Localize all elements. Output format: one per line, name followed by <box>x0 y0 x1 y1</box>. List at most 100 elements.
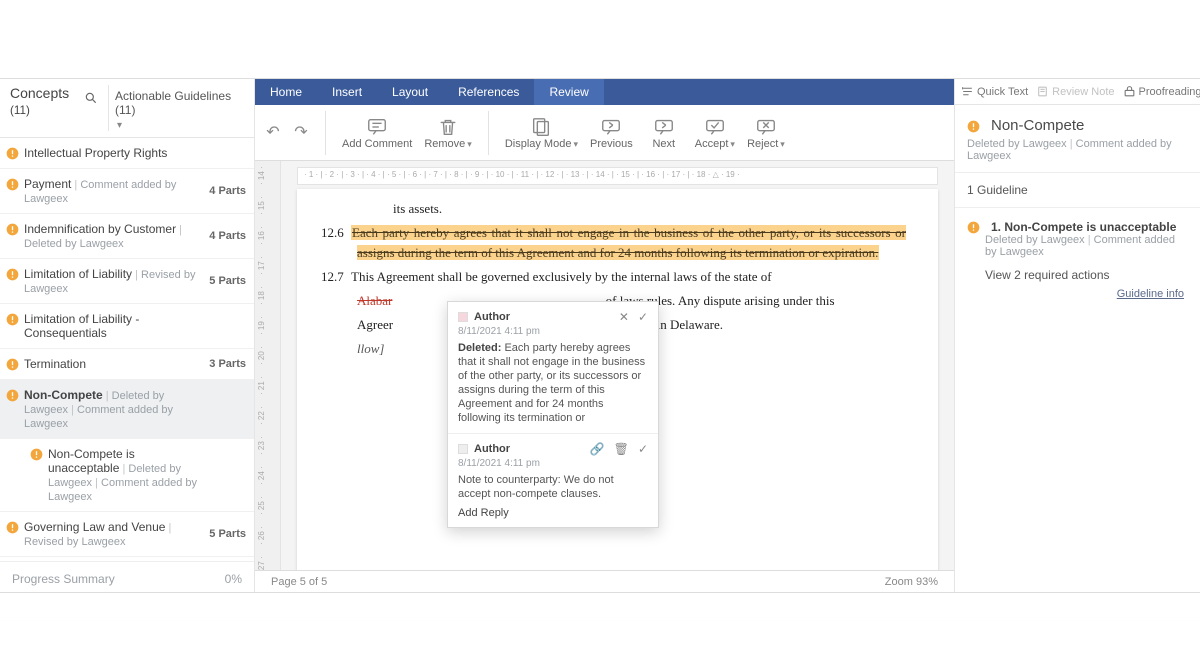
concept-item-non-compete[interactable]: Non-CompeteDeleted by LawgeexComment add… <box>0 380 254 439</box>
add-reply-button[interactable]: Add Reply <box>458 507 648 519</box>
comment-timestamp: 8/11/2021 4:11 pm <box>458 326 648 337</box>
zoom-indicator: Zoom 93% <box>885 576 938 588</box>
document-page[interactable]: its assets. 12.6Each party hereby agrees… <box>297 189 938 570</box>
view-required-actions-link[interactable]: View 2 required actions <box>985 268 1188 282</box>
menu-layout[interactable]: Layout <box>377 79 443 105</box>
progress-value: 0% <box>225 572 242 586</box>
menu-review[interactable]: Review <box>534 79 603 105</box>
review-note-button[interactable]: Review Note <box>1036 85 1114 98</box>
trash-icon <box>436 116 460 138</box>
horizontal-ruler: · 1 · | · 2 · | · 3 · | · 4 · | · 5 · | … <box>297 167 938 185</box>
concept-item-non-compete-is-unacceptable[interactable]: Non-Compete is unacceptableDeleted by La… <box>0 439 254 512</box>
next-icon <box>652 116 676 138</box>
delete-icon[interactable]: 🗑 <box>614 442 629 456</box>
warning-icon <box>6 178 24 191</box>
editor-statusbar: Page 5 of 5 Zoom 93% <box>255 570 954 592</box>
warning-icon <box>967 221 985 234</box>
concept-name: Non-Compete <box>24 388 103 402</box>
redo-button[interactable]: ↷ <box>290 122 312 144</box>
concept-name: Indemnification by Customer <box>24 222 176 236</box>
guideline-meta: Deleted by LawgeexComment added by Lawge… <box>985 234 1188 258</box>
accept-button[interactable]: Accept▾ <box>689 116 741 150</box>
concept-name: Payment <box>24 177 71 191</box>
remove-button[interactable]: Remove▾ <box>418 116 478 150</box>
concept-parts: 3 Parts <box>202 358 246 370</box>
clause-12-6: 12.6Each party hereby agrees that it sha… <box>357 223 906 263</box>
concepts-sidebar: Concepts (11) Actionable Guidelines (11)… <box>0 79 255 592</box>
guideline-count: 1 Guideline <box>955 173 1200 208</box>
accept-check-icon[interactable]: ✓ <box>638 442 648 456</box>
reject-icon <box>754 116 778 138</box>
guideline-item[interactable]: 1. Non-Compete is unacceptable Deleted b… <box>955 208 1200 312</box>
concept-parts: 4 Parts <box>202 185 246 197</box>
display-mode-button[interactable]: Display Mode▾ <box>499 116 584 150</box>
quick-text-button[interactable]: Quick Text <box>961 85 1028 98</box>
warning-icon <box>967 120 985 133</box>
concept-name: Governing Law and Venue <box>24 520 165 534</box>
search-icon[interactable] <box>80 85 102 108</box>
link-icon[interactable]: 🔗 <box>590 442 605 456</box>
concept-item-intellectual-property-rights[interactable]: Intellectual Property Rights <box>0 138 254 169</box>
concept-parts: 4 Parts <box>202 230 246 242</box>
warning-icon <box>6 521 24 534</box>
comment-timestamp: 8/11/2021 4:11 pm <box>458 458 648 469</box>
proofreading-button[interactable]: Proofreading <box>1123 85 1200 98</box>
panel-meta: Deleted by LawgeexComment added by Lawge… <box>967 138 1188 162</box>
concept-name: Intellectual Property Rights <box>24 146 167 160</box>
accept-icon <box>703 116 727 138</box>
editor-menubar: HomeInsertLayoutReferencesReview <box>255 79 954 105</box>
reject-button[interactable]: Reject▾ <box>741 116 791 150</box>
clause-12-7: 12.7This Agreement shall be governed exc… <box>357 267 906 287</box>
undo-button[interactable]: ↶ <box>262 122 284 144</box>
concept-item-governing-law-and-venue[interactable]: Governing Law and VenueRevised by Lawgee… <box>0 512 254 557</box>
concept-item-payment[interactable]: PaymentComment added by Lawgeex4 Parts <box>0 169 254 214</box>
panel-title: Non-Compete <box>967 117 1188 134</box>
review-ribbon: ↶ ↷ Add Comment Remove▾ Display Mode▾ <box>255 105 954 161</box>
concept-parts: 5 Parts <box>202 275 246 287</box>
display-mode-icon <box>529 116 553 138</box>
warning-icon <box>30 448 48 461</box>
concept-name: Termination <box>24 357 86 371</box>
concept-item-indemnification-by-customer[interactable]: Indemnification by CustomerDeleted by La… <box>0 214 254 259</box>
close-icon[interactable]: ✕ <box>619 310 629 324</box>
deleted-text-body: Deleted: Each party hereby agrees that i… <box>458 341 648 425</box>
comment-author: Author <box>474 443 584 455</box>
top-blank-area <box>0 0 1200 78</box>
actionable-guidelines-dropdown[interactable]: Actionable Guidelines (11)▾ <box>115 85 246 131</box>
previous-icon <box>599 116 623 138</box>
menu-insert[interactable]: Insert <box>317 79 377 105</box>
warning-icon <box>6 358 24 371</box>
document-editor: HomeInsertLayoutReferencesReview ↶ ↷ Add… <box>255 79 954 592</box>
concept-list: Intellectual Property Rights PaymentComme… <box>0 138 254 561</box>
guideline-info-link[interactable]: Guideline info <box>967 284 1188 300</box>
previous-button[interactable]: Previous <box>584 116 639 150</box>
author-color-swatch <box>458 312 468 322</box>
concept-item-limitation-of-liability[interactable]: Limitation of LiabilityRevised by Lawgee… <box>0 259 254 304</box>
concepts-heading: Concepts (11) <box>10 85 80 119</box>
warning-icon <box>6 389 24 402</box>
next-button[interactable]: Next <box>639 116 689 150</box>
chevron-down-icon: ▾ <box>117 120 122 131</box>
comment-icon <box>365 116 389 138</box>
accept-check-icon[interactable]: ✓ <box>638 310 648 324</box>
concept-item-limitation-of-liability-consequentials[interactable]: Limitation of Liability - Consequentials <box>0 304 254 349</box>
comment-author: Author <box>474 311 613 323</box>
menu-references[interactable]: References <box>443 79 534 105</box>
concept-parts: 5 Parts <box>202 528 246 540</box>
progress-summary: Progress Summary 0% <box>0 561 254 592</box>
warning-icon <box>6 147 24 160</box>
page-indicator: Page 5 of 5 <box>271 576 327 588</box>
concept-name: Limitation of Liability - Consequentials <box>24 312 139 340</box>
details-panel: Quick Text Review Note Proofreading Non-… <box>954 79 1200 592</box>
author-color-swatch <box>458 444 468 454</box>
concept-name: Limitation of Liability <box>24 267 132 281</box>
add-comment-button[interactable]: Add Comment <box>336 116 418 150</box>
warning-icon <box>6 313 24 326</box>
vertical-ruler: · 14 ·· 15 ·· 16 ·· 17 ·· 18 ·· 19 ·· 20… <box>255 161 281 570</box>
comment-popup: Author ✕ ✓ 8/11/2021 4:11 pm Deleted: Ea… <box>447 301 659 528</box>
warning-icon <box>6 268 24 281</box>
concept-item-termination[interactable]: Termination 3 Parts <box>0 349 254 380</box>
menu-home[interactable]: Home <box>255 79 317 105</box>
body-text: its assets. <box>393 199 906 219</box>
warning-icon <box>6 223 24 236</box>
